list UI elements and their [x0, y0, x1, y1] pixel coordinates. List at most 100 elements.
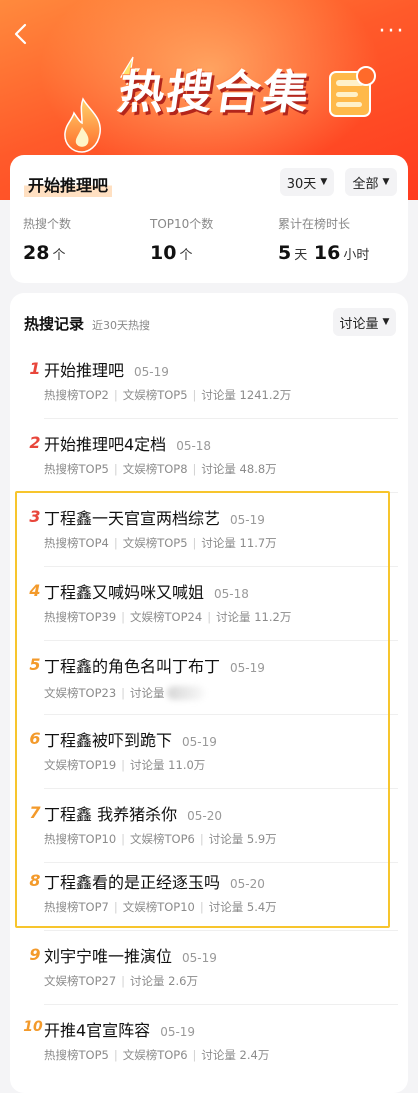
rank-number: 8: [29, 871, 41, 890]
stat-label: TOP10个数: [150, 217, 214, 231]
item-title-row: 开始推理吧 05-19: [44, 357, 169, 381]
meta-separator: |: [113, 462, 118, 476]
meta-tag: 讨论量 11.7万: [201, 536, 277, 550]
item-date: 05-18: [214, 587, 249, 601]
meta-tag: 文娱榜TOP23: [44, 686, 117, 700]
list-item[interactable]: 2 开始推理吧4定档 05-18 热搜榜TOP5 | 文娱榜TOP8 | 讨论量 48.8万: [10, 419, 408, 493]
meta-tag: 热搜榜TOP2: [44, 388, 109, 402]
list-item[interactable]: 8 丁程鑫看的是正经逐玉吗 05-20 热搜榜TOP7 | 文娱榜TOP10 | 讨论量 5.…: [10, 857, 408, 931]
item-title: 开始推理吧: [44, 361, 125, 380]
item-meta: 热搜榜TOP7 | 文娱榜TOP10 | 讨论量 5.4万: [44, 899, 277, 915]
item-title: 丁程鑫被吓到跪下: [44, 731, 173, 750]
summary-card: 开始推理吧 30天 ▼ 全部 ▼ 热搜个数 28 个 TOP10个数 10 个 累计在榜…: [10, 155, 408, 283]
meta-separator: |: [121, 832, 126, 846]
item-meta: 文娱榜TOP27 | 讨论量 2.6万: [44, 973, 198, 989]
rank-number: 4: [29, 581, 41, 600]
item-date: 05-19: [134, 365, 169, 379]
item-date: 05-19: [182, 735, 217, 749]
meta-separator: |: [207, 610, 212, 624]
meta-separator: |: [192, 388, 197, 402]
blurred-value: [166, 686, 205, 700]
stat-label: 热搜个数: [23, 217, 72, 231]
range-filter-dropdown[interactable]: 30天 ▼: [280, 168, 334, 196]
more-button[interactable]: ···: [376, 18, 408, 46]
item-title: 丁程鑫一天官宣两档综艺: [44, 509, 221, 528]
item-title-row: 开始推理吧4定档 05-18: [44, 431, 211, 455]
stat-total-duration: 累计在榜时长 5天 16 小时: [278, 215, 369, 264]
item-title-row: 丁程鑫被吓到跪下 05-19: [44, 727, 217, 751]
meta-tag: 讨论量 48.8万: [201, 462, 277, 476]
meta-tag: 热搜榜TOP10: [44, 832, 117, 846]
stat-hot-count: 热搜个数 28 个: [23, 215, 71, 264]
meta-separator: |: [121, 974, 126, 988]
item-title-row: 开推4官宣阵容 05-19: [44, 1017, 195, 1041]
meta-tag: 讨论量: [130, 686, 165, 700]
meta-tag: 文娱榜TOP19: [44, 758, 117, 772]
hero-title-wrap: 热搜合集: [100, 54, 330, 124]
sort-dropdown[interactable]: 讨论量 ▼: [333, 308, 396, 336]
list-item[interactable]: 10 开推4官宣阵容 05-19 热搜榜TOP5 | 文娱榜TOP6 | 讨论量 2.4万: [10, 1005, 408, 1079]
scope-filter-label: 全部: [352, 176, 379, 192]
item-title: 刘宇宁唯一推演位: [44, 947, 173, 966]
item-title: 丁程鑫看的是正经逐玉吗: [44, 873, 221, 892]
stat-top10-count: TOP10个数 10 个: [150, 215, 213, 264]
rank-number: 7: [29, 803, 41, 822]
meta-separator: |: [121, 610, 126, 624]
rank-number: 1: [29, 359, 41, 378]
item-title-row: 刘宇宁唯一推演位 05-19: [44, 943, 217, 967]
sort-label: 讨论量: [339, 316, 379, 332]
item-date: 05-18: [176, 439, 212, 453]
item-date: 05-20: [230, 877, 265, 891]
list-item[interactable]: 7 丁程鑫 我养猪杀你 05-20 热搜榜TOP10 | 文娱榜TOP6 | 讨论量 5.9万: [10, 789, 408, 863]
list-item[interactable]: 9 刘宇宁唯一推演位 05-19 文娱榜TOP27 | 讨论量 2.6万: [10, 931, 408, 1005]
list-item[interactable]: 6 丁程鑫被吓到跪下 05-19 文娱榜TOP19 | 讨论量 11.0万: [10, 715, 408, 789]
meta-separator: |: [121, 686, 126, 700]
item-title: 丁程鑫的角色名叫丁布丁: [44, 657, 221, 676]
meta-tag: 热搜榜TOP4: [44, 536, 109, 550]
meta-separator: |: [192, 1048, 197, 1062]
records-subtitle: 近30天热搜: [92, 319, 151, 332]
meta-separator: |: [199, 900, 204, 914]
list-item[interactable]: 4 丁程鑫又喊妈咪又喊姐 05-18 热搜榜TOP39 | 文娱榜TOP24 | 讨论量 11…: [10, 567, 408, 641]
stat-label: 累计在榜时长: [278, 217, 351, 231]
meta-separator: |: [121, 758, 126, 772]
item-meta: 热搜榜TOP5 | 文娱榜TOP8 | 讨论量 48.8万: [44, 461, 277, 477]
meta-separator: |: [113, 388, 118, 402]
meta-tag: 文娱榜TOP5: [122, 388, 188, 402]
item-title-row: 丁程鑫 我养猪杀你 05-20: [44, 801, 222, 825]
records-header: 热搜记录 近30天热搜: [24, 313, 150, 334]
rank-number: 2: [29, 433, 41, 452]
meta-tag: 文娱榜TOP10: [122, 900, 195, 914]
rank-number: 9: [29, 945, 41, 964]
item-meta: 文娱榜TOP23 | 讨论量: [44, 683, 205, 701]
item-meta: 热搜榜TOP5 | 文娱榜TOP6 | 讨论量 2.4万: [44, 1047, 269, 1063]
meta-tag: 文娱榜TOP6: [122, 1048, 188, 1062]
item-meta: 热搜榜TOP10 | 文娱榜TOP6 | 讨论量 5.9万: [44, 831, 277, 847]
item-title: 丁程鑫又喊妈咪又喊姐: [44, 583, 205, 602]
meta-separator: |: [199, 832, 204, 846]
meta-separator: |: [192, 462, 197, 476]
meta-tag: 热搜榜TOP7: [44, 900, 109, 914]
item-title: 开始推理吧4定档: [44, 435, 167, 454]
item-title-row: 丁程鑫又喊妈咪又喊姐 05-18: [44, 579, 249, 603]
meta-separator: |: [113, 536, 118, 550]
item-meta: 热搜榜TOP4 | 文娱榜TOP5 | 讨论量 11.7万: [44, 535, 277, 551]
topic-name: 开始推理吧: [24, 171, 113, 197]
stat-value: 28 个: [23, 242, 66, 264]
records-title: 热搜记录: [24, 315, 85, 333]
list-item[interactable]: 3 丁程鑫一天官宣两档综艺 05-19 热搜榜TOP4 | 文娱榜TOP5 | 讨论量 11.…: [10, 493, 408, 567]
list-item[interactable]: 5 丁程鑫的角色名叫丁布丁 05-19 文娱榜TOP23 | 讨论量: [10, 641, 408, 715]
item-title-row: 丁程鑫一天官宣两档综艺 05-19: [44, 505, 265, 529]
records-card: 热搜记录 近30天热搜 讨论量 ▼ 1 开始推理吧 05-19 热搜榜TOP2 | 文娱榜T…: [10, 293, 408, 1093]
meta-tag: 讨论量 2.6万: [130, 974, 198, 988]
item-date: 05-20: [187, 809, 222, 823]
chevron-left-icon[interactable]: [8, 20, 36, 48]
item-meta: 热搜榜TOP39 | 文娱榜TOP24 | 讨论量 11.2万: [44, 609, 291, 625]
meta-tag: 讨论量 11.2万: [216, 610, 292, 624]
list-item[interactable]: 1 开始推理吧 05-19 热搜榜TOP2 | 文娱榜TOP5 | 讨论量 1241.2万: [10, 345, 408, 419]
meta-tag: 讨论量 11.0万: [130, 758, 206, 772]
item-date: 05-19: [230, 661, 265, 675]
rank-number: 5: [29, 655, 41, 674]
scope-filter-dropdown[interactable]: 全部 ▼: [345, 168, 397, 196]
item-meta: 文娱榜TOP19 | 讨论量 11.0万: [44, 757, 205, 773]
